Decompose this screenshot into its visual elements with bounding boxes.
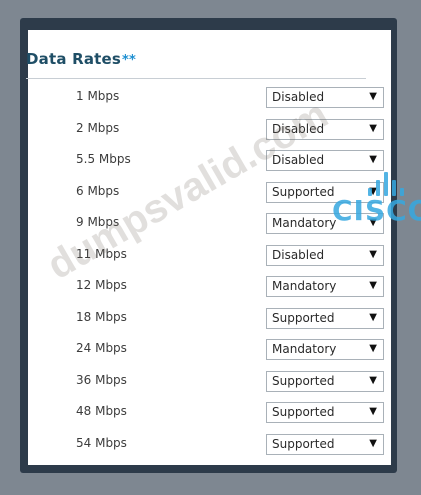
rate-select-value: Mandatory <box>272 216 337 230</box>
rate-label: 12 Mbps <box>76 278 127 292</box>
rate-select-value: Disabled <box>272 153 325 167</box>
rate-select[interactable]: Disabled ▼ <box>266 87 384 108</box>
rate-label: 6 Mbps <box>76 183 120 198</box>
rate-row: 36 Mbps Supported ▼ <box>0 370 421 395</box>
rate-select-value: Disabled <box>272 247 325 262</box>
rate-row: 18 Mbps Supported ▼ <box>0 307 421 332</box>
rate-label: 36 Mbps <box>76 372 127 387</box>
rate-select-value: Supported <box>272 405 335 419</box>
dropdown-arrow-icon: ▼ <box>369 91 377 102</box>
rate-row: 48 Mbps Supported ▼ <box>0 402 421 426</box>
dropdown-arrow-icon: ▼ <box>369 374 377 386</box>
dropdown-arrow-icon: ▼ <box>369 406 377 417</box>
rate-row: 5.5 Mbps Disabled ▼ <box>0 150 421 174</box>
dropdown-arrow-icon: ▼ <box>369 311 377 323</box>
rate-select[interactable]: Mandatory ▼ <box>266 213 384 234</box>
rate-label: 11 Mbps <box>76 246 127 261</box>
section-title-text: Data Rates <box>26 50 122 68</box>
section-header: Data Rates** <box>26 50 366 79</box>
rate-label: 1 Mbps <box>76 89 120 103</box>
rate-select[interactable]: Supported ▼ <box>266 370 384 392</box>
rate-label: 24 Mbps <box>76 341 127 355</box>
rate-label: 18 Mbps <box>76 309 127 324</box>
section-title: Data Rates** <box>26 50 136 68</box>
rate-row: 6 Mbps Supported ▼ <box>0 181 421 206</box>
dropdown-arrow-icon: ▼ <box>369 122 377 134</box>
rate-select[interactable]: Supported ▼ <box>266 402 384 423</box>
rate-select-value: Supported <box>272 373 335 388</box>
rate-select-value: Mandatory <box>272 342 337 356</box>
rate-select[interactable]: Supported ▼ <box>266 307 384 329</box>
rate-row: 12 Mbps Mandatory ▼ <box>0 276 421 300</box>
rate-row: 54 Mbps Supported ▼ <box>0 433 421 458</box>
rate-label: 2 Mbps <box>76 120 120 135</box>
rate-label: 54 Mbps <box>76 435 127 450</box>
rate-select-value: Supported <box>272 310 335 325</box>
rate-label: 9 Mbps <box>76 215 120 229</box>
rate-select[interactable]: Disabled ▼ <box>266 244 384 266</box>
rate-select-value: Disabled <box>272 121 325 136</box>
rate-select-value: Supported <box>272 436 335 451</box>
rate-row: 24 Mbps Mandatory ▼ <box>0 339 421 363</box>
rate-select[interactable]: Disabled ▼ <box>266 118 384 140</box>
rate-row: 2 Mbps Disabled ▼ <box>0 118 421 143</box>
dropdown-arrow-icon: ▼ <box>369 154 377 165</box>
dropdown-arrow-icon: ▼ <box>369 248 377 260</box>
dropdown-arrow-icon: ▼ <box>369 343 377 354</box>
rate-select[interactable]: Supported ▼ <box>266 181 384 203</box>
rate-select-value: Supported <box>272 184 335 199</box>
dropdown-arrow-icon: ▼ <box>369 437 377 449</box>
rate-select[interactable]: Disabled ▼ <box>266 150 384 171</box>
rate-label: 48 Mbps <box>76 404 127 418</box>
rate-select[interactable]: Supported ▼ <box>266 433 384 455</box>
required-marker: ** <box>122 53 137 68</box>
rate-label: 5.5 Mbps <box>76 152 131 166</box>
rate-select-value: Disabled <box>272 90 325 104</box>
rate-row: 11 Mbps Disabled ▼ <box>0 244 421 269</box>
rate-row: 9 Mbps Mandatory ▼ <box>0 213 421 237</box>
dropdown-arrow-icon: ▼ <box>369 217 377 228</box>
rate-select[interactable]: Mandatory ▼ <box>266 276 384 297</box>
dropdown-arrow-icon: ▼ <box>369 280 377 291</box>
dropdown-arrow-icon: ▼ <box>369 185 377 197</box>
rate-row: 1 Mbps Disabled ▼ <box>0 87 421 111</box>
rate-select-value: Mandatory <box>272 279 337 293</box>
rate-select[interactable]: Mandatory ▼ <box>266 339 384 360</box>
